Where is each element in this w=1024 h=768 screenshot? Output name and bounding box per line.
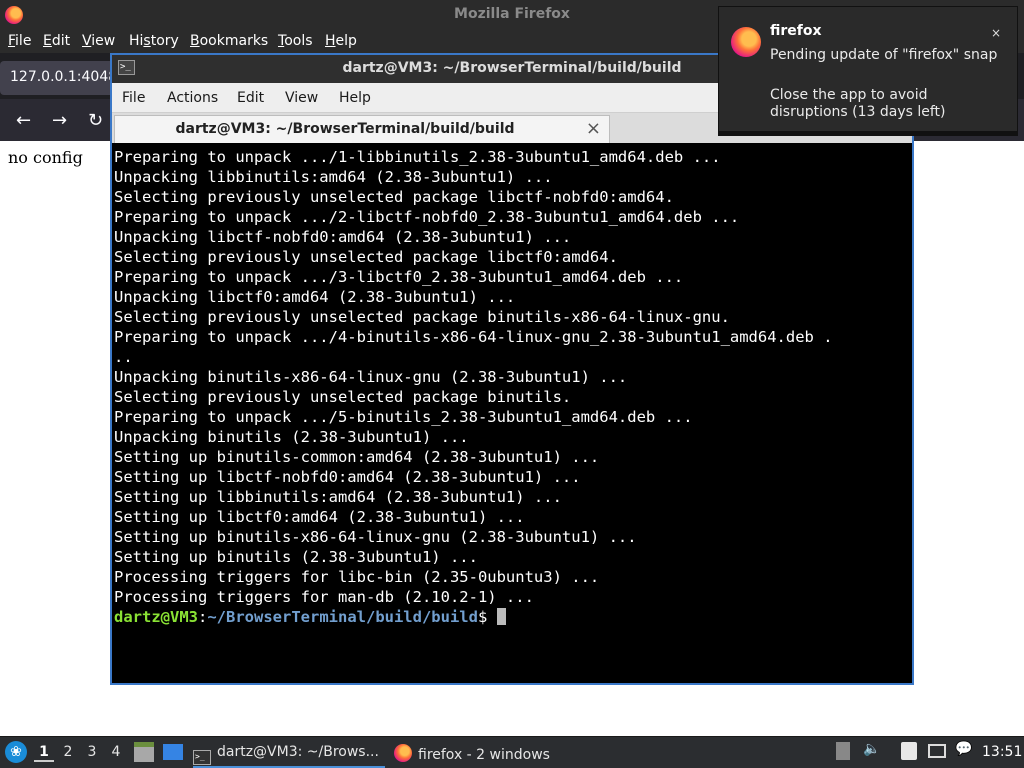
taskbar-item-terminal[interactable]: >_ dartz@VM3: ~/Brows... xyxy=(193,738,385,768)
terminal-menu-view[interactable]: View xyxy=(285,90,318,106)
terminal-icon: >_ xyxy=(193,750,211,765)
terminal-output-line: Processing triggers for libc-bin (2.35-0… xyxy=(114,568,600,586)
terminal-output-line: Selecting previously unselected package … xyxy=(114,308,730,326)
firefox-menu-file[interactable]: File xyxy=(8,33,31,49)
prompt-path: ~/BrowserTerminal/build/build xyxy=(207,608,478,626)
terminal-cursor xyxy=(496,608,506,625)
terminal-app-icon: >_ xyxy=(118,60,135,75)
firefox-icon xyxy=(394,744,412,762)
clipboard-icon[interactable] xyxy=(901,742,917,760)
terminal-output-line: Unpacking libctf-nobfd0:amd64 (2.38-3ubu… xyxy=(114,228,572,246)
terminal-output-line: Setting up libctf0:amd64 (2.38-3ubuntu1)… xyxy=(114,508,525,526)
terminal-output-line: Setting up binutils-x86-64-linux-gnu (2.… xyxy=(114,528,637,546)
terminal-output-line: Preparing to unpack .../5-binutils_2.38-… xyxy=(114,408,693,426)
terminal-output-line: .. xyxy=(114,348,133,366)
firefox-logo-icon xyxy=(5,6,23,24)
terminal-output-line: Setting up binutils-common:amd64 (2.38-3… xyxy=(114,448,600,466)
taskbar-item-firefox[interactable]: firefox - 2 windows xyxy=(394,738,564,768)
terminal-output-line: Preparing to unpack .../2-libctf-nobfd0_… xyxy=(114,208,740,226)
page-text: no config xyxy=(8,148,83,167)
close-icon[interactable]: × xyxy=(586,118,601,139)
firefox-menu-tools[interactable]: Tools xyxy=(278,33,313,49)
workspace-1[interactable]: 1 xyxy=(34,744,54,762)
firefox-menu-bookmarks[interactable]: Bookmarks xyxy=(190,33,268,49)
network-icon[interactable] xyxy=(928,744,946,758)
terminal-output-line: Preparing to unpack .../1-libbinutils_2.… xyxy=(114,148,721,166)
taskbar-item-terminal-label: dartz@VM3: ~/Brows... xyxy=(217,744,379,760)
start-menu-icon[interactable]: ❀ xyxy=(5,741,27,763)
prompt-symbol: $ xyxy=(477,608,497,626)
terminal-output[interactable]: Preparing to unpack .../1-libbinutils_2.… xyxy=(112,143,912,683)
terminal-output-line: Unpacking binutils (2.38-3ubuntu1) ... xyxy=(114,428,469,446)
show-desktop-icon[interactable] xyxy=(163,744,183,760)
firefox-menu-history[interactable]: History xyxy=(129,33,179,49)
terminal-tab-label: dartz@VM3: ~/BrowserTerminal/build/build xyxy=(175,121,515,137)
firefox-menu-edit[interactable]: Edit xyxy=(43,33,70,49)
terminal-output-line: Unpacking libbinutils:amd64 (2.38-3ubunt… xyxy=(114,168,553,186)
terminal-output-line: Selecting previously unselected package … xyxy=(114,388,572,406)
arrow-left-icon[interactable]: ← xyxy=(16,110,31,131)
removable-media-icon[interactable] xyxy=(836,742,850,760)
terminal-output-line: Setting up libctf-nobfd0:amd64 (2.38-3ub… xyxy=(114,468,581,486)
terminal-output-line: Setting up binutils (2.38-3ubuntu1) ... xyxy=(114,548,478,566)
arrow-right-icon[interactable]: → xyxy=(52,110,67,131)
terminal-menu-actions[interactable]: Actions xyxy=(167,90,218,106)
workspace-3[interactable]: 3 xyxy=(82,744,102,760)
notification-app-name: firefox xyxy=(770,23,822,39)
terminal-menu-help[interactable]: Help xyxy=(339,90,371,106)
update-notification[interactable]: firefox × Pending update of "firefox" sn… xyxy=(718,6,1018,136)
workspace-4[interactable]: 4 xyxy=(106,744,126,760)
terminal-window[interactable]: dartz@VM3: ~/BrowserTerminal/build/build… xyxy=(110,53,914,685)
terminal-output-line: Processing triggers for man-db (2.10.2-1… xyxy=(114,588,534,606)
terminal-output-line: Preparing to unpack .../4-binutils-x86-6… xyxy=(114,328,833,346)
terminal-tab[interactable]: dartz@VM3: ~/BrowserTerminal/build/build… xyxy=(114,115,610,143)
notification-message: Pending update of "firefox" snap xyxy=(770,47,998,63)
terminal-output-line: Unpacking libctf0:amd64 (2.38-3ubuntu1) … xyxy=(114,288,516,306)
volume-icon[interactable]: 🔈 xyxy=(863,741,880,757)
reload-icon[interactable]: ↻ xyxy=(88,110,103,131)
firefox-menu-help[interactable]: Help xyxy=(325,33,357,49)
notification-tray-icon[interactable]: 💬 xyxy=(955,741,972,757)
terminal-menu-file[interactable]: File xyxy=(122,90,145,106)
firefox-logo-icon xyxy=(731,27,761,57)
taskbar-item-firefox-label: firefox - 2 windows xyxy=(418,747,550,763)
terminal-output-line: Setting up libbinutils:amd64 (2.38-3ubun… xyxy=(114,488,562,506)
terminal-menu-edit[interactable]: Edit xyxy=(237,90,264,106)
prompt-user: dartz@VM3 xyxy=(114,608,198,626)
workspace-2[interactable]: 2 xyxy=(58,744,78,760)
terminal-output-line: Selecting previously unselected package … xyxy=(114,248,618,266)
notification-footer xyxy=(719,131,1017,135)
terminal-output-line: Preparing to unpack .../3-libctf0_2.38-3… xyxy=(114,268,684,286)
notification-detail: Close the app to avoid disruptions (13 d… xyxy=(770,87,946,120)
notification-close-button[interactable]: × xyxy=(991,26,1001,40)
clock: 13:51 xyxy=(982,744,1023,760)
terminal-output-line: Unpacking binutils-x86-64-linux-gnu (2.3… xyxy=(114,368,628,386)
file-manager-icon[interactable] xyxy=(134,742,154,762)
prompt-separator: : xyxy=(198,608,208,626)
firefox-url-bar[interactable]: 127.0.0.1:4048 xyxy=(0,61,116,95)
firefox-menu-view[interactable]: View xyxy=(82,33,115,49)
terminal-output-line: Selecting previously unselected package … xyxy=(114,188,674,206)
terminal-prompt-line: dartz@VM3:~/BrowserTerminal/build/build$ xyxy=(114,607,912,627)
